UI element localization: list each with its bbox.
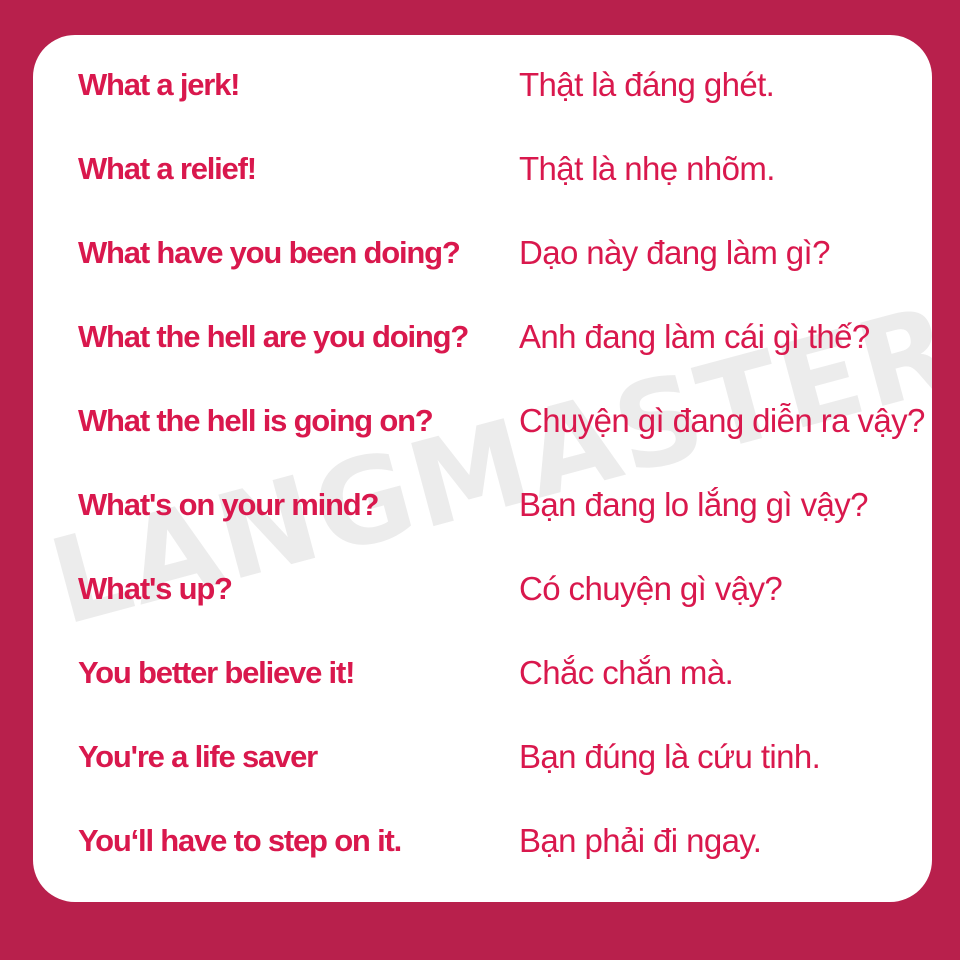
phrase-list: What a jerk! Thật là đáng ghét. What a r…	[33, 35, 932, 902]
vietnamese-translation: Bạn phải đi ngay.	[519, 822, 762, 859]
vietnamese-translation: Chắc chắn mà.	[519, 654, 734, 691]
vietnamese-translation: Chuyện gì đang diễn ra vậy?	[519, 402, 925, 439]
vietnamese-translation: Bạn đang lo lắng gì vậy?	[519, 486, 868, 523]
phrase-row: What the hell is going on? Chuyện gì đan…	[33, 391, 932, 451]
phrase-row: What the hell are you doing? Anh đang là…	[33, 307, 932, 367]
english-phrase: You better believe it!	[78, 655, 355, 690]
vietnamese-translation: Thật là nhẹ nhõm.	[519, 150, 775, 187]
phrase-row: What's on your mind? Bạn đang lo lắng gì…	[33, 475, 932, 535]
phrase-row: You‘ll have to step on it. Bạn phải đi n…	[33, 811, 932, 871]
vietnamese-translation: Anh đang làm cái gì thế?	[519, 318, 870, 355]
english-phrase: What the hell is going on?	[78, 403, 434, 438]
phrase-row: What a jerk! Thật là đáng ghét.	[33, 55, 932, 115]
phrase-card: LANGMASTER What a jerk! Thật là đáng ghé…	[33, 35, 932, 902]
english-phrase: What's up?	[78, 571, 233, 606]
english-phrase: You're a life saver	[78, 739, 318, 774]
vietnamese-translation: Có chuyện gì vậy?	[519, 570, 783, 607]
phrase-row: What's up? Có chuyện gì vậy?	[33, 559, 932, 619]
english-phrase: What the hell are you doing?	[78, 319, 469, 354]
phrase-row: You're a life saver Bạn đúng là cứu tinh…	[33, 727, 932, 787]
english-phrase: What a jerk!	[78, 67, 241, 102]
vietnamese-translation: Thật là đáng ghét.	[519, 66, 775, 103]
phrase-row: You better believe it! Chắc chắn mà.	[33, 643, 932, 703]
phrase-row: What a relief! Thật là nhẹ nhõm.	[33, 139, 932, 199]
english-phrase: What have you been doing?	[78, 235, 461, 270]
english-phrase: You‘ll have to step on it.	[78, 823, 402, 858]
vietnamese-translation: Dạo này đang làm gì?	[519, 234, 830, 271]
phrase-row: What have you been doing? Dạo này đang l…	[33, 223, 932, 283]
vietnamese-translation: Bạn đúng là cứu tinh.	[519, 738, 821, 775]
english-phrase: What's on your mind?	[78, 487, 379, 522]
english-phrase: What a relief!	[78, 151, 257, 186]
